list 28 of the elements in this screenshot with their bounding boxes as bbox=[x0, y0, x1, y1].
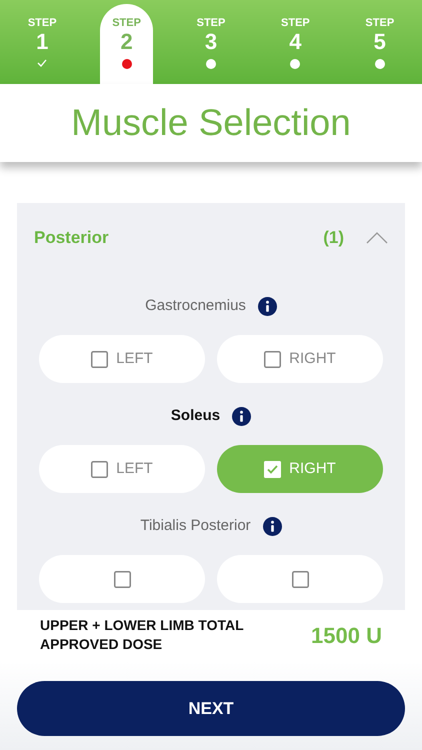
muscle-name: Gastrocnemius bbox=[145, 296, 246, 316]
checkbox-icon bbox=[292, 570, 308, 588]
muscle-name: Tibialis Posterior bbox=[140, 516, 251, 536]
step-tab[interactable]: STEP 5 bbox=[338, 4, 422, 84]
step-tab[interactable]: STEP 1 bbox=[0, 4, 84, 84]
side-toggle[interactable] bbox=[39, 555, 205, 603]
step-tab[interactable]: STEP 2 bbox=[100, 4, 153, 84]
side-toggle[interactable]: RIGHT bbox=[217, 335, 383, 383]
info-icon[interactable] bbox=[232, 406, 252, 426]
checkbox-icon bbox=[91, 460, 108, 478]
dose-value: 1500 U bbox=[311, 622, 382, 650]
checkbox-icon bbox=[264, 460, 282, 478]
info-icon[interactable] bbox=[258, 296, 277, 316]
side-toggle[interactable]: LEFT bbox=[39, 445, 205, 493]
page-title: Muscle Selection bbox=[71, 101, 351, 146]
section-header[interactable]: Posterior (1) bbox=[34, 203, 388, 273]
info-icon[interactable] bbox=[262, 516, 282, 536]
side-toggle[interactable]: LEFT bbox=[39, 335, 205, 383]
checkbox-icon bbox=[264, 350, 282, 368]
muscle-name: Soleus bbox=[170, 406, 220, 426]
checkbox-icon bbox=[91, 350, 108, 368]
step-tab[interactable]: STEP 3 bbox=[168, 4, 254, 84]
checkbox-icon bbox=[114, 570, 130, 588]
side-toggle[interactable] bbox=[217, 555, 383, 603]
dose-label: UPPER + LOWER LIMB TOTAL APPROVED DOSE bbox=[40, 616, 244, 654]
step-tab[interactable]: STEP 4 bbox=[253, 4, 338, 84]
next-button[interactable]: NEXT bbox=[17, 681, 405, 736]
side-toggle[interactable]: RIGHT bbox=[217, 445, 383, 493]
